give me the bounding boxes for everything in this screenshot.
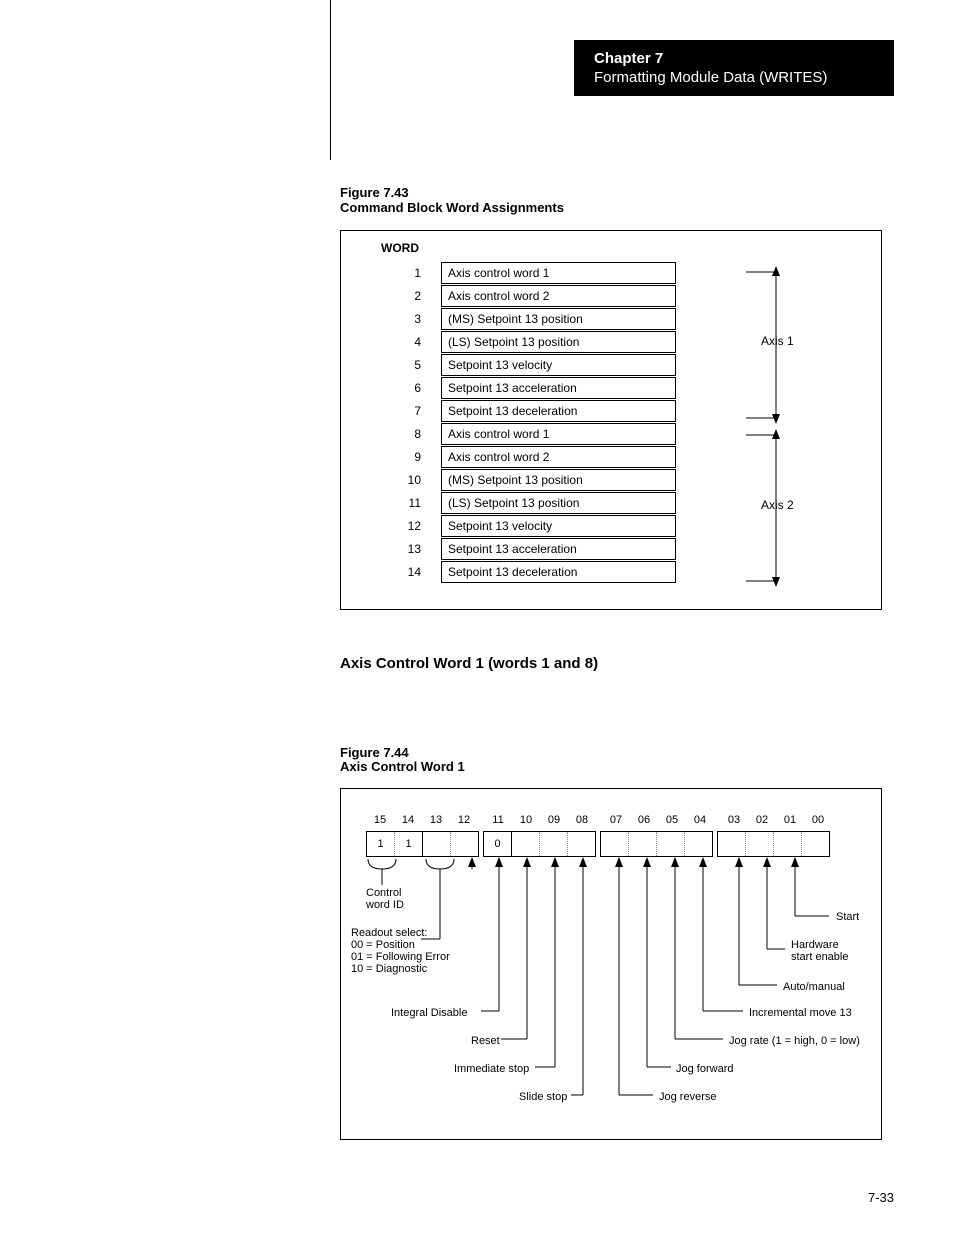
word-number: 14: [366, 565, 421, 579]
word-row: 11 (LS) Setpoint 13 position: [366, 491, 676, 514]
word-number: 12: [366, 519, 421, 533]
word-description: (MS) Setpoint 13 position: [441, 469, 676, 491]
word-row: 12 Setpoint 13 velocity: [366, 514, 676, 537]
axis-1-bracket-arrow: [746, 264, 826, 431]
word-description: (MS) Setpoint 13 position: [441, 308, 676, 330]
section-heading: Axis Control Word 1 (words 1 and 8): [340, 655, 598, 672]
word-number: 6: [366, 381, 421, 395]
word-description: (LS) Setpoint 13 position: [441, 492, 676, 514]
word-description: Setpoint 13 deceleration: [441, 400, 676, 422]
word-number: 2: [366, 289, 421, 303]
word-description: Setpoint 13 deceleration: [441, 561, 676, 583]
chapter-subtitle: Formatting Module Data (WRITES): [594, 69, 874, 86]
word-number: 10: [366, 473, 421, 487]
figure-44-callout-lines: [341, 789, 881, 1139]
figure-43-diagram: WORD 1 Axis control word 1 2 Axis control w…: [340, 230, 882, 610]
word-row: 5 Setpoint 13 velocity: [366, 353, 676, 376]
word-description: Axis control word 1: [441, 262, 676, 284]
word-description: Setpoint 13 acceleration: [441, 377, 676, 399]
word-description: Setpoint 13 acceleration: [441, 538, 676, 560]
word-row: 1 Axis control word 1: [366, 261, 676, 284]
word-row: 2 Axis control word 2: [366, 284, 676, 307]
word-number: 11: [366, 496, 421, 510]
word-row: 7 Setpoint 13 deceleration: [366, 399, 676, 422]
figure-44-title: Axis Control Word 1: [340, 759, 465, 774]
word-row: 10 (MS) Setpoint 13 position: [366, 468, 676, 491]
word-row: 3 (MS) Setpoint 13 position: [366, 307, 676, 330]
left-margin-rule: [330, 0, 331, 160]
figure-43-title: Command Block Word Assignments: [340, 200, 564, 215]
word-number: 13: [366, 542, 421, 556]
page-number: 7-33: [868, 1190, 894, 1205]
word-number: 1: [366, 266, 421, 280]
word-table: 1 Axis control word 1 2 Axis control word 2…: [366, 261, 676, 583]
word-row: 14 Setpoint 13 deceleration: [366, 560, 676, 583]
word-number: 8: [366, 427, 421, 441]
word-row: 9 Axis control word 2: [366, 445, 676, 468]
word-row: 8 Axis control word 1: [366, 422, 676, 445]
chapter-header: Chapter 7 Formatting Module Data (WRITES…: [574, 40, 894, 96]
word-row: 13 Setpoint 13 acceleration: [366, 537, 676, 560]
figure-44-diagram: 15141312111009080706050403020100 1 1 0: [340, 788, 882, 1140]
word-column-header: WORD: [381, 241, 419, 255]
word-number: 9: [366, 450, 421, 464]
word-number: 4: [366, 335, 421, 349]
figure-43-number: Figure 7.43: [340, 185, 409, 200]
chapter-number: Chapter 7: [594, 50, 874, 67]
word-description: Setpoint 13 velocity: [441, 354, 676, 376]
word-description: Setpoint 13 velocity: [441, 515, 676, 537]
word-row: 4 (LS) Setpoint 13 position: [366, 330, 676, 353]
word-row: 6 Setpoint 13 acceleration: [366, 376, 676, 399]
word-description: Axis control word 1: [441, 423, 676, 445]
figure-44-number: Figure 7.44: [340, 745, 409, 760]
word-description: Axis control word 2: [441, 285, 676, 307]
axis-2-bracket-arrow: [746, 427, 826, 594]
word-description: (LS) Setpoint 13 position: [441, 331, 676, 353]
word-description: Axis control word 2: [441, 446, 676, 468]
word-number: 3: [366, 312, 421, 326]
word-number: 5: [366, 358, 421, 372]
word-number: 7: [366, 404, 421, 418]
